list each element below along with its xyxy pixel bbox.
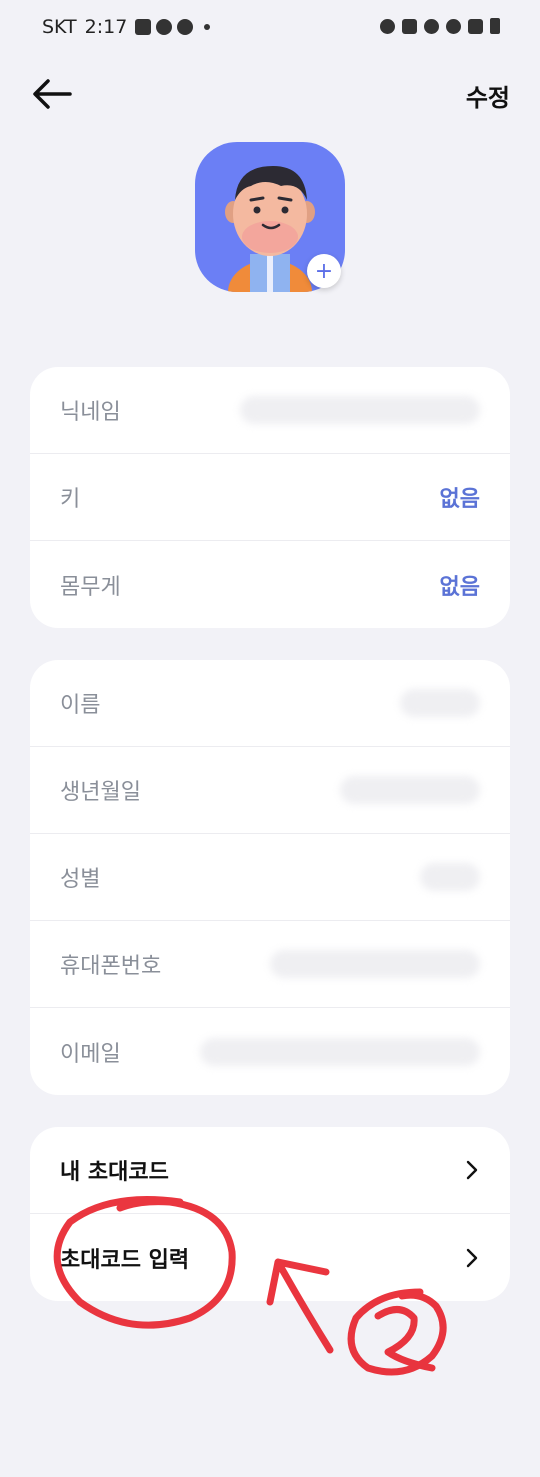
name-row: 이름 — [30, 660, 510, 747]
phone-row: 휴대폰번호 — [30, 921, 510, 1008]
gallery-icon — [135, 19, 152, 35]
name-value-redacted — [400, 689, 480, 717]
battery-icon — [490, 18, 500, 34]
time-label: 2:17 — [84, 16, 128, 38]
nickname-value-redacted — [240, 396, 480, 424]
personal-info-card: 이름 생년월일 성별 휴대폰번호 이메일 — [30, 660, 510, 1095]
lock-icon — [380, 18, 395, 34]
gender-label: 성별 — [60, 867, 101, 892]
add-photo-button[interactable]: + — [307, 254, 341, 288]
wifi-icon — [446, 18, 461, 34]
birthdate-row: 생년월일 — [30, 747, 510, 834]
edit-button[interactable]: 수정 — [466, 78, 510, 113]
back-arrow-icon — [33, 79, 72, 109]
signal-icon — [468, 18, 483, 34]
annotation-number-circle — [347, 1288, 447, 1376]
height-value: 없음 — [439, 487, 480, 512]
more-notifications-icon — [204, 24, 211, 30]
status-bar-right — [380, 18, 500, 34]
status-bar-left: SKT 2:17 — [42, 16, 211, 38]
alarm-icon — [424, 18, 439, 34]
gender-row: 성별 — [30, 834, 510, 921]
email-value-redacted — [200, 1037, 480, 1066]
profile-avatar[interactable]: + — [195, 142, 345, 292]
nickname-label: 닉네임 — [60, 400, 121, 425]
notification-icons — [135, 19, 211, 35]
name-label: 이름 — [60, 693, 101, 718]
gender-value-redacted — [420, 863, 480, 891]
chevron-right-icon — [466, 1160, 478, 1180]
invite-card: 내 초대코드 초대코드 입력 — [30, 1127, 510, 1301]
nickname-row[interactable]: 닉네임 — [30, 367, 510, 454]
annotation-number — [374, 1306, 436, 1372]
phone-value-redacted — [270, 950, 480, 978]
weight-value: 없음 — [439, 574, 480, 600]
birthdate-label: 생년월일 — [60, 780, 141, 805]
height-row[interactable]: 키 없음 — [30, 454, 510, 541]
weight-label: 몸무게 — [60, 574, 121, 600]
pill-icon — [156, 19, 173, 35]
height-label: 키 — [60, 487, 81, 512]
chevron-right-icon — [466, 1248, 478, 1267]
email-label: 이메일 — [60, 1041, 121, 1067]
carrier-label: SKT — [42, 16, 77, 38]
email-row: 이메일 — [30, 1008, 510, 1095]
pen-icon — [402, 18, 417, 34]
enter-invite-code-label: 초대코드 입력 — [60, 1247, 190, 1273]
status-bar: SKT 2:17 — [0, 0, 540, 56]
talk-icon — [177, 19, 194, 35]
my-invite-code-label: 내 초대코드 — [60, 1160, 169, 1185]
enter-invite-code-row[interactable]: 초대코드 입력 — [30, 1214, 510, 1301]
birthdate-value-redacted — [340, 776, 480, 804]
phone-label: 휴대폰번호 — [60, 954, 162, 979]
plus-icon: + — [314, 258, 334, 284]
back-button[interactable] — [30, 76, 78, 116]
weight-row[interactable]: 몸무게 없음 — [30, 541, 510, 628]
body-info-card: 닉네임 키 없음 몸무게 없음 — [30, 367, 510, 628]
my-invite-code-row[interactable]: 내 초대코드 — [30, 1127, 510, 1214]
